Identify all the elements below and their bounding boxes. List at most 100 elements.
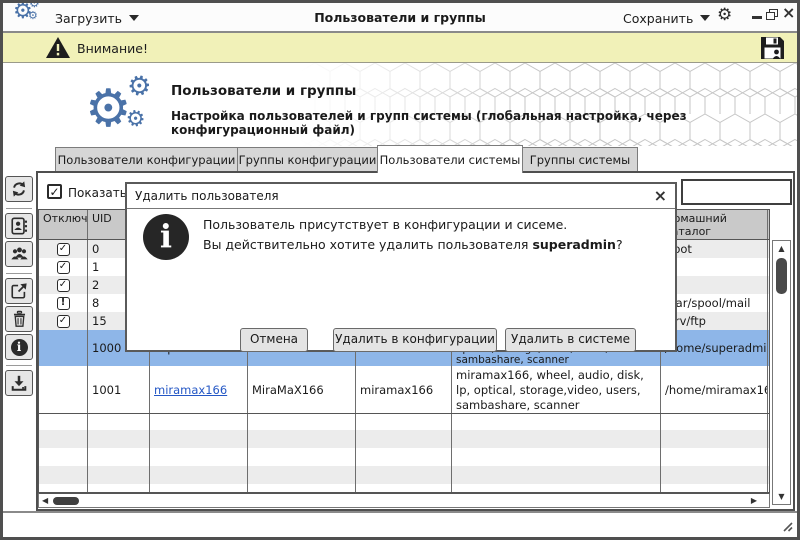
settings-gear-icon[interactable]: ⚙ xyxy=(717,5,732,25)
info-button[interactable]: i xyxy=(5,334,33,360)
show-system-users-checkbox[interactable]: ✓ xyxy=(47,184,62,199)
search-input[interactable] xyxy=(681,179,792,205)
empty-cell xyxy=(150,484,248,493)
disabled-cell[interactable]: ✓ xyxy=(39,276,88,294)
save-menu-label: Сохранить xyxy=(623,11,693,26)
horizontal-scrollbar[interactable]: ◀ ▶ xyxy=(38,493,770,508)
page-header: ⚙⚙⚙ Пользователи и группы Настройка поль… xyxy=(3,63,797,146)
checked-checkbox-icon[interactable]: ✓ xyxy=(57,261,70,274)
empty-cell xyxy=(39,484,88,493)
empty-cell xyxy=(248,466,356,484)
chevron-down-icon xyxy=(700,15,710,21)
chevron-down-icon xyxy=(129,15,139,21)
scroll-down-arrow-icon[interactable]: ▼ xyxy=(773,490,790,503)
empty-cell xyxy=(356,484,452,493)
empty-table-row xyxy=(39,430,769,448)
tab-groups-config[interactable]: Группы конфигурации xyxy=(237,147,378,171)
empty-cell xyxy=(248,448,356,466)
empty-cell xyxy=(150,430,248,448)
checked-checkbox-icon[interactable]: ✓ xyxy=(57,279,70,292)
save-menu-button[interactable]: Сохранить xyxy=(623,9,710,27)
cancel-button[interactable]: Отмена xyxy=(240,328,308,352)
users-group-button[interactable] xyxy=(5,241,33,267)
sidebar-separator xyxy=(6,273,32,274)
scroll-left-arrow-icon[interactable]: ◀ xyxy=(42,496,48,506)
dialog-title: Удалить пользователя xyxy=(135,189,279,203)
empty-cell xyxy=(39,466,88,484)
empty-cell xyxy=(661,414,768,430)
empty-table-row xyxy=(39,484,769,493)
delete-button[interactable] xyxy=(5,306,33,332)
refresh-icon xyxy=(10,180,28,198)
empty-cell xyxy=(248,430,356,448)
home-cell xyxy=(661,258,768,276)
empty-cell xyxy=(150,448,248,466)
tab-users-system[interactable]: Пользователи системы xyxy=(377,145,523,173)
gears-logo-icon: ⚙⚙⚙ xyxy=(85,71,165,141)
warning-bar: Внимание! xyxy=(3,33,797,63)
empty-cell xyxy=(248,484,356,493)
home-cell xyxy=(661,276,768,294)
titlebar: ⚙⚙⚙ Загрузить Пользователи и группы Сохр… xyxy=(3,3,797,33)
load-menu-button[interactable]: Загрузить xyxy=(55,9,139,27)
page-subtitle: Настройка пользователей и групп системы … xyxy=(171,109,797,137)
download-icon xyxy=(10,374,28,392)
delete-in-system-button[interactable]: Удалить в системе xyxy=(505,328,636,352)
vertical-scrollbar-thumb[interactable] xyxy=(776,258,787,294)
minimize-button[interactable] xyxy=(752,16,762,19)
groups-cell: miramax166, wheel, audio, disk, lp, opti… xyxy=(452,366,661,413)
user-card-button[interactable] xyxy=(5,213,33,239)
empty-cell xyxy=(452,430,661,448)
checked-checkbox-icon[interactable]: ✓ xyxy=(57,315,70,328)
home-cell: /var/spool/mail xyxy=(661,294,768,312)
close-window-button[interactable]: × xyxy=(782,5,795,21)
empty-cell xyxy=(39,430,88,448)
user-login-link[interactable]: miramax166 xyxy=(154,383,227,397)
empty-cell xyxy=(88,484,150,493)
empty-cell xyxy=(248,414,356,430)
export-icon xyxy=(10,282,28,300)
column-header[interactable]: Домашний каталог xyxy=(661,210,768,239)
maximize-button[interactable] xyxy=(766,9,778,20)
empty-table-row xyxy=(39,466,769,484)
delete-user-dialog: Удалить пользователя × i Пользователь пр… xyxy=(125,182,677,352)
table-row[interactable]: 1001miramax166MiraMaX166miramax166mirama… xyxy=(39,366,769,414)
home-cell: /home/superadmin xyxy=(661,330,768,366)
empty-table-row xyxy=(39,414,769,430)
empty-cell xyxy=(356,414,452,430)
empty-cell xyxy=(661,430,768,448)
empty-cell xyxy=(88,414,150,430)
info-icon: i xyxy=(11,339,28,356)
resize-grip[interactable] xyxy=(779,518,793,532)
export-button[interactable] xyxy=(5,278,33,304)
disabled-cell[interactable]: ✓ xyxy=(39,312,88,330)
warning-checkbox-icon[interactable]: ! xyxy=(57,297,70,310)
empty-cell xyxy=(452,484,661,493)
scroll-up-arrow-icon[interactable]: ▲ xyxy=(773,242,790,255)
disabled-cell[interactable]: ! xyxy=(39,294,88,312)
app-window: ⚙⚙⚙ Загрузить Пользователи и группы Сохр… xyxy=(0,0,800,540)
empty-cell xyxy=(661,484,768,493)
vertical-scrollbar[interactable]: ▲ ▼ xyxy=(772,240,791,505)
delete-in-config-button[interactable]: Удалить в конфигурации xyxy=(333,328,497,352)
column-header[interactable]: Отключ xyxy=(39,210,88,239)
disabled-cell[interactable]: ✓ xyxy=(39,258,88,276)
empty-cell xyxy=(39,414,88,430)
disabled-cell[interactable] xyxy=(39,330,88,366)
tab-users-config[interactable]: Пользователи конфигурации xyxy=(55,147,238,171)
disabled-cell[interactable]: ✓ xyxy=(39,240,88,258)
warning-text: Внимание! xyxy=(77,41,148,56)
tab-groups-system[interactable]: Группы системы xyxy=(522,147,638,171)
save-users-floppy-icon[interactable] xyxy=(759,35,786,61)
refresh-button[interactable] xyxy=(5,176,33,202)
empty-cell xyxy=(452,414,661,430)
scroll-right-arrow-icon[interactable]: ▶ xyxy=(751,496,757,506)
login-cell: miramax166 xyxy=(150,366,248,413)
empty-cell xyxy=(150,414,248,430)
empty-cell xyxy=(356,466,452,484)
disabled-cell[interactable] xyxy=(39,366,88,413)
horizontal-scrollbar-thumb[interactable] xyxy=(53,497,79,505)
dialog-close-icon[interactable]: × xyxy=(654,186,667,205)
checked-checkbox-icon[interactable]: ✓ xyxy=(57,243,70,256)
download-button[interactable] xyxy=(5,370,33,396)
